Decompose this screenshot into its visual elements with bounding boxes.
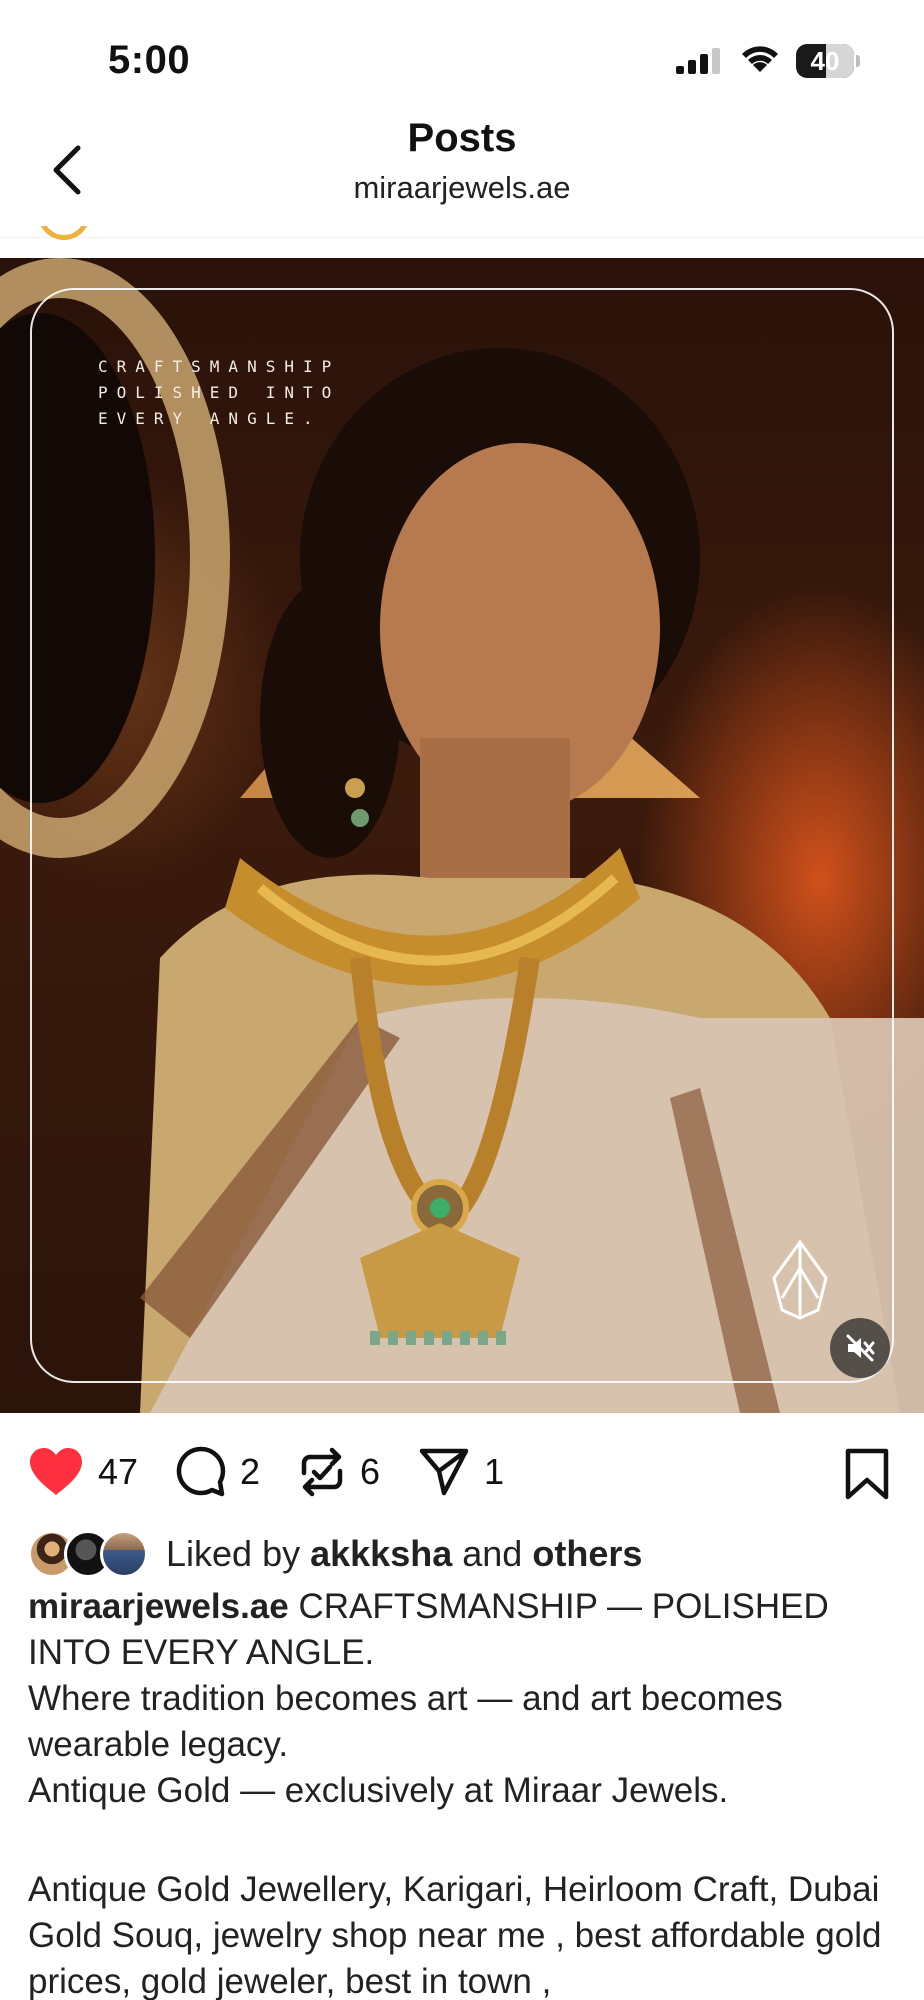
comment-count[interactable]: 2 [240, 1451, 260, 1493]
mute-button[interactable] [830, 1318, 890, 1378]
caption-hashtags: Antique Gold Jewellery, Karigari, Heirlo… [28, 1870, 882, 2000]
page-title: Posts [407, 116, 517, 160]
liked-by-others-link[interactable]: others [532, 1533, 642, 1574]
liked-by-text: Liked by akkksha and others [166, 1533, 642, 1575]
caption-username[interactable]: miraarjewels.ae [28, 1587, 289, 1626]
send-paper-plane-icon [419, 1448, 469, 1496]
share-button[interactable]: 1 [418, 1447, 504, 1497]
repost-button[interactable]: 6 [298, 1447, 380, 1497]
liked-by-prefix: Liked by [166, 1533, 301, 1574]
like-button[interactable]: 47 [28, 1447, 138, 1497]
avatar [100, 1530, 148, 1578]
liker-username[interactable]: akkksha [310, 1533, 452, 1574]
status-time: 5:00 [108, 38, 191, 82]
wifi-icon [742, 46, 778, 72]
liker-avatars [28, 1530, 152, 1578]
overlay-caption-line: POLISHED INTO [98, 383, 341, 402]
caption-line: Antique Gold — exclusively at Miraar Jew… [28, 1771, 729, 1810]
post-actions: 47 2 6 1 [0, 1413, 924, 1528]
overlay-caption: CRAFTSMANSHIP POLISHED INTO EVERY ANGLE. [98, 354, 458, 432]
bookmark-icon[interactable] [842, 1448, 892, 1500]
overlay-caption-line: CRAFTSMANSHIP [98, 357, 341, 376]
previous-post-avatar [38, 226, 90, 242]
share-count[interactable]: 1 [484, 1451, 504, 1493]
account-username[interactable]: miraarjewels.ae [0, 170, 924, 206]
overlay-caption-line: EVERY ANGLE. [98, 409, 322, 428]
cellular-signal-icon [676, 48, 720, 74]
heart-filled-icon [30, 1448, 82, 1495]
caption-line: Where tradition becomes art — and art be… [28, 1679, 783, 1764]
post-video[interactable]: CRAFTSMANSHIP POLISHED INTO EVERY ANGLE. [0, 258, 924, 1413]
posts-header: Posts miraarjewels.ae [0, 110, 924, 238]
liked-by-row[interactable]: Liked by akkksha and others [28, 1530, 642, 1578]
battery-level: 40 [810, 46, 840, 76]
liked-by-joiner: and [462, 1533, 523, 1574]
speaker-muted-icon [846, 1334, 875, 1362]
battery-indicator: 40 [796, 44, 860, 78]
repost-icon [301, 1447, 343, 1497]
post-caption: miraarjewels.ae CRAFTSMANSHIP — POLISHED… [28, 1584, 898, 2000]
comment-button[interactable]: 2 [174, 1446, 260, 1497]
brand-logo-icon [772, 1239, 828, 1320]
repost-count[interactable]: 6 [360, 1451, 380, 1493]
status-bar: 5:00 40 [0, 0, 924, 110]
comment-bubble-icon [176, 1446, 226, 1497]
like-count[interactable]: 47 [98, 1451, 138, 1493]
caption-line: miraarjewels.ae CRAFTSMANSHIP — POLISHED… [28, 1584, 898, 1676]
